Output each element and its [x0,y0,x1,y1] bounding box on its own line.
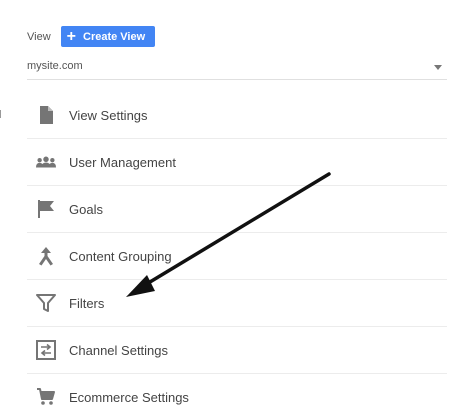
annotation-arrow [126,172,331,297]
